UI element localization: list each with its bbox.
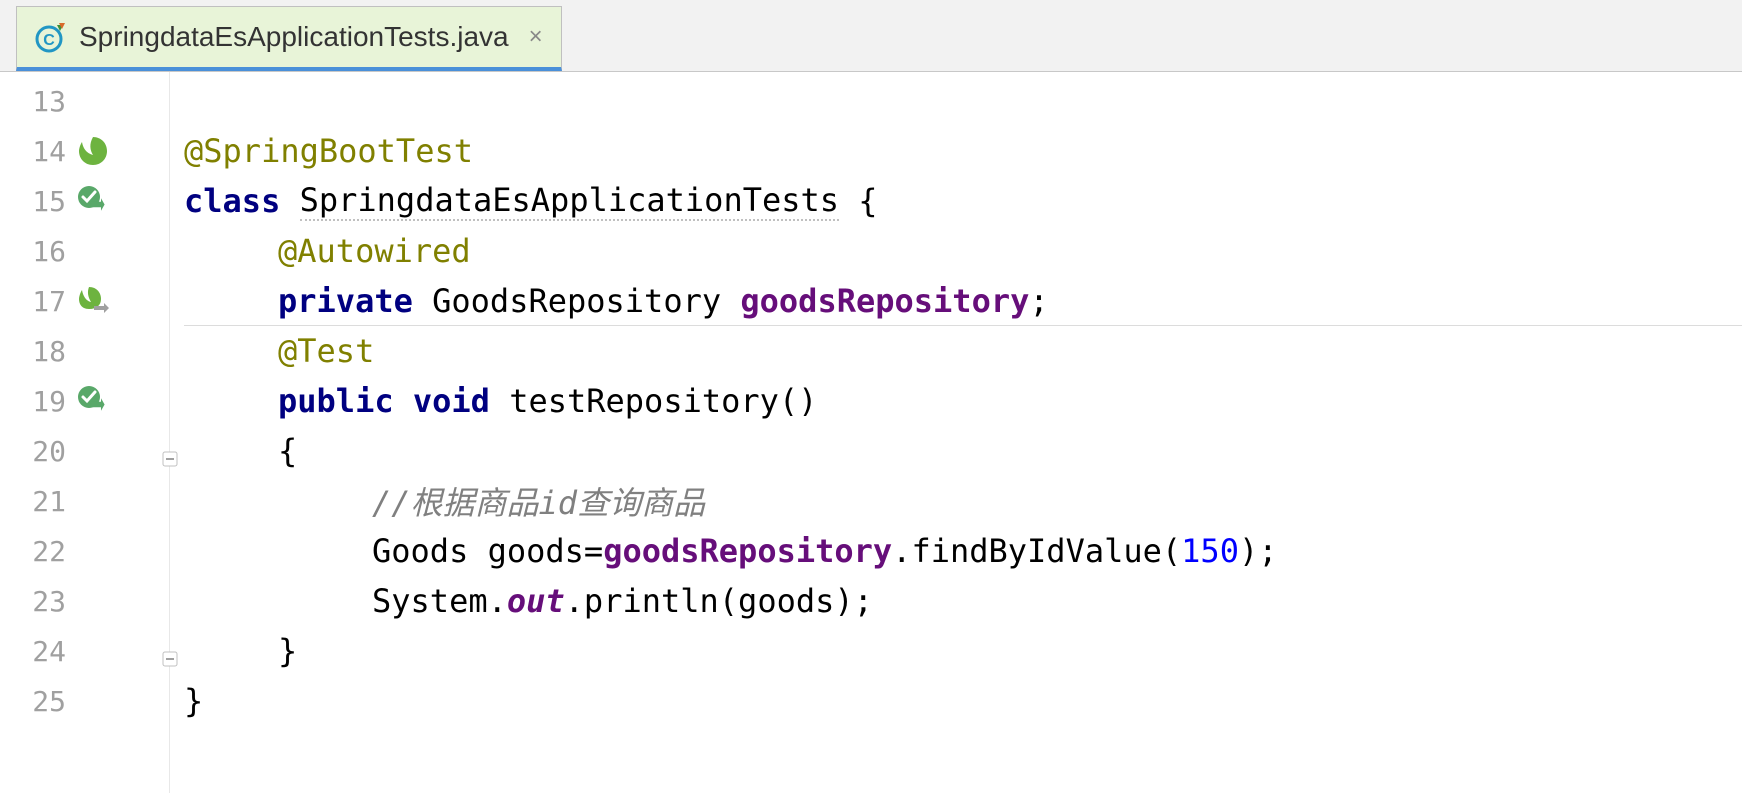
gutter: 13 14 15 16 17	[0, 72, 170, 793]
gutter-row[interactable]: 15	[0, 176, 169, 226]
gutter-row[interactable]: 24	[0, 626, 169, 676]
paren-open: (	[1162, 532, 1181, 570]
annotation: @SpringBootTest	[184, 132, 473, 170]
field: goodsRepository	[740, 282, 1029, 320]
equals: =	[584, 532, 603, 570]
keyword: public	[278, 382, 394, 420]
comment: //根据商品id查询商品	[372, 478, 705, 524]
editor-tab[interactable]: C SpringdataEsApplicationTests.java ×	[16, 6, 562, 71]
class-ref: System	[372, 582, 488, 620]
keyword: void	[413, 382, 490, 420]
keyword: private	[278, 282, 413, 320]
line-number: 13	[18, 85, 66, 118]
run-test-icon[interactable]	[76, 184, 110, 218]
type: Goods	[372, 532, 468, 570]
static-field: out	[507, 582, 565, 620]
line-number: 17	[18, 285, 66, 318]
code-line[interactable]: }	[184, 676, 1742, 726]
gutter-row[interactable]: 22	[0, 526, 169, 576]
annotation: @Autowired	[278, 232, 471, 270]
gutter-row[interactable]: 23	[0, 576, 169, 626]
gutter-row[interactable]: 17	[0, 276, 169, 326]
paren-close: );	[834, 582, 873, 620]
line-number: 24	[18, 635, 66, 668]
code-line[interactable]: private GoodsRepository goodsRepository;	[184, 276, 1742, 326]
method-name: testRepository	[509, 382, 779, 420]
spring-icon[interactable]	[76, 134, 110, 168]
tab-bar: C SpringdataEsApplicationTests.java ×	[0, 0, 1742, 72]
class-file-icon: C	[35, 21, 67, 53]
brace: }	[184, 682, 203, 720]
code-line[interactable]: Goods goods=goodsRepository.findByIdValu…	[184, 526, 1742, 576]
line-number: 25	[18, 685, 66, 718]
variable: goods	[488, 532, 584, 570]
gutter-row[interactable]: 20	[0, 426, 169, 476]
code-area[interactable]: @SpringBootTest class SpringdataEsApplic…	[170, 72, 1742, 793]
dot: .	[488, 582, 507, 620]
gutter-row[interactable]: 25	[0, 676, 169, 726]
semicolon: ;	[1029, 282, 1048, 320]
dot: .	[892, 532, 911, 570]
paren-close: );	[1239, 532, 1278, 570]
paren-open: (	[719, 582, 738, 620]
gutter-row[interactable]: 21	[0, 476, 169, 526]
type: GoodsRepository	[432, 282, 721, 320]
run-test-icon[interactable]	[76, 384, 110, 418]
line-number: 22	[18, 535, 66, 568]
code-line[interactable]: class SpringdataEsApplicationTests {	[184, 176, 1742, 226]
method-call: findByIdValue	[911, 532, 1161, 570]
gutter-row[interactable]: 13	[0, 76, 169, 126]
gutter-row[interactable]: 14	[0, 126, 169, 176]
brace: {	[278, 432, 297, 470]
argument: goods	[738, 582, 834, 620]
svg-text:C: C	[43, 32, 55, 49]
editor-area: 13 14 15 16 17	[0, 72, 1742, 793]
number-literal: 150	[1181, 532, 1239, 570]
line-number: 18	[18, 335, 66, 368]
annotation: @Test	[278, 332, 374, 370]
tab-title: SpringdataEsApplicationTests.java	[79, 21, 509, 53]
line-number: 23	[18, 585, 66, 618]
spring-bean-icon[interactable]	[76, 284, 110, 318]
brace: {	[839, 182, 878, 220]
gutter-row[interactable]: 19	[0, 376, 169, 426]
code-line[interactable]: @SpringBootTest	[184, 126, 1742, 176]
line-number: 21	[18, 485, 66, 518]
gutter-row[interactable]: 16	[0, 226, 169, 276]
gutter-row[interactable]: 18	[0, 326, 169, 376]
line-number: 15	[18, 185, 66, 218]
code-line[interactable]: public void testRepository()	[184, 376, 1742, 426]
brace: }	[278, 632, 297, 670]
line-number: 19	[18, 385, 66, 418]
code-line[interactable]	[184, 76, 1742, 126]
line-number: 16	[18, 235, 66, 268]
field: goodsRepository	[603, 532, 892, 570]
line-number: 20	[18, 435, 66, 468]
line-number: 14	[18, 135, 66, 168]
code-line[interactable]: }	[184, 626, 1742, 676]
code-line[interactable]: {	[184, 426, 1742, 476]
parens: ()	[779, 382, 818, 420]
close-icon[interactable]: ×	[529, 23, 543, 51]
keyword: class	[184, 182, 280, 220]
code-line[interactable]: @Autowired	[184, 226, 1742, 276]
method-call: println	[584, 582, 719, 620]
code-line[interactable]: System.out.println(goods);	[184, 576, 1742, 626]
dot: .	[565, 582, 584, 620]
code-line[interactable]: @Test	[184, 326, 1742, 376]
code-line[interactable]: //根据商品id查询商品	[184, 476, 1742, 526]
class-name: SpringdataEsApplicationTests	[300, 181, 839, 221]
